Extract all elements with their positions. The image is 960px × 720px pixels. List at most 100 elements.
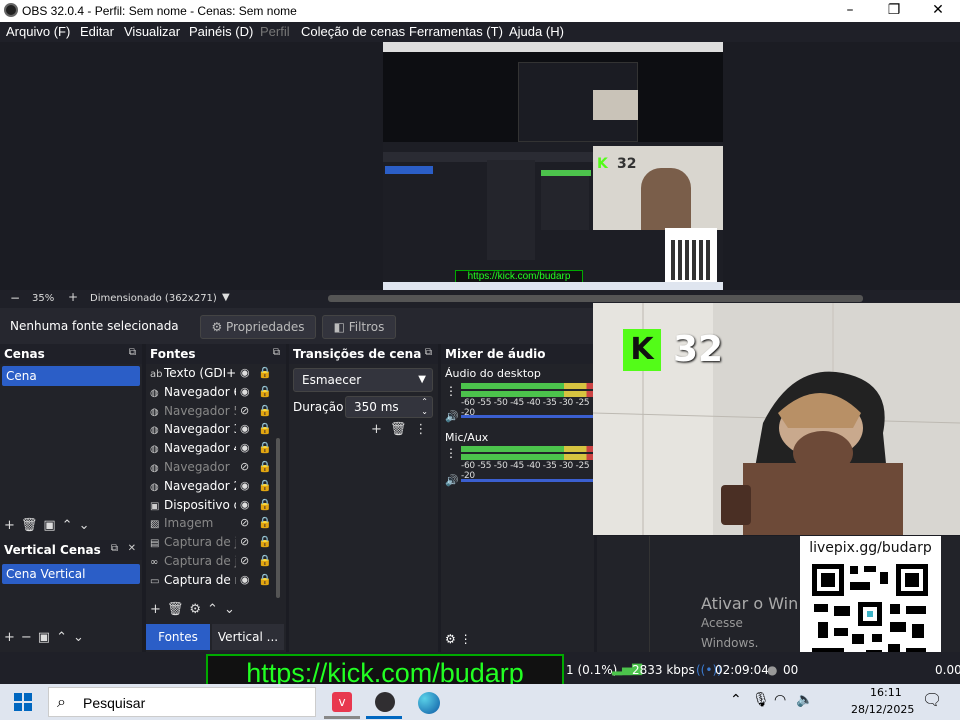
eye-icon[interactable]: ◉	[240, 422, 250, 435]
eye-icon[interactable]: ◉	[240, 479, 250, 492]
zoom-in-button[interactable]: +	[68, 290, 78, 304]
source-type-icon: ▨	[150, 519, 160, 531]
notification-icon[interactable]: 🗨	[922, 690, 942, 709]
source-item[interactable]: ∞ Captura de j ⊘ 🔒	[150, 554, 274, 573]
wifi-icon[interactable]: ◠	[774, 692, 786, 708]
dock-float-icon[interactable]: ⧉	[425, 347, 432, 358]
eye-icon[interactable]: ◉	[240, 573, 250, 586]
source-item[interactable]: ◍ Navegador 2 ◉ 🔒	[150, 479, 274, 498]
eye-hidden-icon[interactable]: ⊘	[240, 516, 249, 529]
preview-canvas[interactable]: K 32 https://kick.com/budarp	[383, 42, 723, 290]
eye-icon[interactable]: ◉	[240, 366, 250, 379]
nested-qr-code	[671, 240, 711, 280]
edge-icon[interactable]	[418, 692, 440, 714]
source-item[interactable]: ◍ Navegador 5 ⊘ 🔒	[150, 404, 274, 423]
scene-item[interactable]: Cena	[2, 366, 140, 386]
volume-slider[interactable]	[461, 479, 593, 482]
source-item[interactable]: ▤ Captura de j ⊘ 🔒	[150, 535, 274, 554]
filters-button[interactable]: ◧ Filtros	[322, 315, 396, 339]
taskbar-search-input[interactable]: Pesquisar	[83, 695, 145, 711]
dock-float-icon[interactable]: ⧉	[111, 543, 118, 554]
lock-icon[interactable]: 🔒	[258, 516, 272, 529]
source-item[interactable]: ▭ Captura de r ◉ 🔒	[150, 573, 274, 592]
windows-start-icon[interactable]	[14, 693, 32, 711]
menu-paineis[interactable]: Painéis (D)	[189, 24, 253, 39]
lock-icon[interactable]: 🔒	[258, 385, 272, 398]
sources-scrollbar[interactable]	[276, 438, 280, 598]
stream-time: 02:09:04	[715, 663, 769, 677]
eye-hidden-icon[interactable]: ⊘	[240, 535, 249, 548]
volume-slider[interactable]	[461, 415, 593, 418]
channel-menu-icon[interactable]: ⋮	[445, 384, 457, 398]
zoom-out-button[interactable]: −	[10, 291, 20, 305]
source-item[interactable]: ◍ Navegador 4 ◉ 🔒	[150, 441, 274, 460]
eye-icon[interactable]: ◉	[240, 498, 250, 511]
horizontal-scrollbar[interactable]	[328, 295, 863, 302]
nested-qr	[665, 228, 717, 284]
eye-icon[interactable]: ◉	[240, 385, 250, 398]
taskbar-date[interactable]: 28/12/2025	[851, 703, 914, 716]
channel-menu-icon[interactable]: ⋮	[445, 446, 457, 460]
speaker-icon[interactable]: 🔊	[445, 410, 459, 423]
scenes-toolbar[interactable]: +🗑▣⌃⌄	[4, 518, 95, 533]
source-item[interactable]: ◍ Navegador 6 ◉ 🔒	[150, 385, 274, 404]
source-item[interactable]: ◍ Navegador 3 ◉ 🔒	[150, 422, 274, 441]
mixer-settings-icon[interactable]: ⚙ ⋮	[445, 632, 472, 646]
source-type-icon: ◍	[150, 406, 159, 418]
source-item[interactable]: ab Texto (GDI+) ◉ 🔒	[150, 366, 274, 385]
dock-float-icon[interactable]: ⧉	[129, 347, 136, 358]
menu-arquivo[interactable]: Arquivo (F)	[6, 24, 70, 39]
obs-taskbar-icon[interactable]	[375, 692, 395, 712]
taskbar-time[interactable]: 16:11	[870, 686, 902, 699]
duration-spinbox[interactable]: 350 ms ⌃ ⌄	[345, 396, 433, 418]
lock-icon[interactable]: 🔒	[258, 573, 272, 586]
transition-select[interactable]: Esmaecer ▼	[293, 368, 433, 392]
lock-icon[interactable]: 🔒	[258, 404, 272, 417]
vertical-scenes-toolbar[interactable]: +−▣⌃⌄	[4, 630, 90, 645]
minimize-button[interactable]: –	[828, 0, 872, 22]
lock-icon[interactable]: 🔒	[258, 441, 272, 454]
lock-icon[interactable]: 🔒	[258, 554, 272, 567]
eye-icon[interactable]: ◉	[240, 441, 250, 454]
nested-person	[641, 168, 691, 230]
properties-button[interactable]: ⚙ Propriedades	[200, 315, 316, 339]
chevron-up-icon[interactable]: ⌃	[730, 692, 742, 708]
transitions-toolbar[interactable]: +🗑⋮	[371, 422, 435, 437]
vertical-scenes-dock: Vertical Cenas ⧉ ✕ Cena Vertical +−▣⌃⌄	[0, 540, 142, 652]
speaker-icon[interactable]: 🔊	[445, 474, 459, 487]
microphone-icon[interactable]: 🎙	[752, 692, 770, 708]
tab-fontes[interactable]: Fontes	[146, 624, 210, 650]
source-item[interactable]: ▨ Imagem ⊘ 🔒	[150, 516, 274, 535]
volume-meter	[461, 446, 593, 452]
dock-float-icon[interactable]: ⧉	[273, 347, 280, 358]
scale-dropdown-icon[interactable]: ▼	[222, 292, 230, 303]
menu-ferramentas[interactable]: Ferramentas (T)	[409, 24, 503, 39]
spin-arrows-icon[interactable]: ⌃ ⌄	[421, 397, 428, 417]
dropped-frames: 1 (0.1%)	[566, 663, 618, 677]
close-button[interactable]: ✕	[916, 0, 960, 22]
lock-icon[interactable]: 🔒	[258, 535, 272, 548]
tab-vertical[interactable]: Vertical ...	[212, 624, 284, 650]
menu-colecao-cenas[interactable]: Coleção de cenas	[301, 24, 405, 39]
lock-icon[interactable]: 🔒	[258, 366, 272, 379]
lock-icon[interactable]: 🔒	[258, 479, 272, 492]
source-item[interactable]: ◍ Navegador ⊘ 🔒	[150, 460, 274, 479]
taskbar-search-box[interactable]: ⌕ Pesquisar	[48, 687, 316, 717]
menu-editar[interactable]: Editar	[80, 24, 114, 39]
eye-hidden-icon[interactable]: ⊘	[240, 460, 249, 473]
menu-ajuda[interactable]: Ajuda (H)	[509, 24, 564, 39]
sources-toolbar[interactable]: +🗑⚙⌃⌄	[150, 602, 241, 617]
lock-icon[interactable]: 🔒	[258, 460, 272, 473]
lock-icon[interactable]: 🔒	[258, 422, 272, 435]
lock-icon[interactable]: 🔒	[258, 498, 272, 511]
menu-perfil[interactable]: Perfil	[260, 24, 290, 39]
menu-visualizar[interactable]: Visualizar	[124, 24, 180, 39]
app-icon-1[interactable]: v	[332, 692, 352, 712]
dock-close-icon[interactable]: ✕	[128, 543, 136, 554]
source-item[interactable]: ▣ Dispositivo de ◉ 🔒	[150, 498, 274, 517]
eye-hidden-icon[interactable]: ⊘	[240, 404, 249, 417]
volume-icon[interactable]: 🔈	[796, 692, 813, 708]
vertical-scene-item[interactable]: Cena Vertical	[2, 564, 140, 584]
maximize-button[interactable]: ❐	[872, 0, 916, 22]
eye-hidden-icon[interactable]: ⊘	[240, 554, 249, 567]
